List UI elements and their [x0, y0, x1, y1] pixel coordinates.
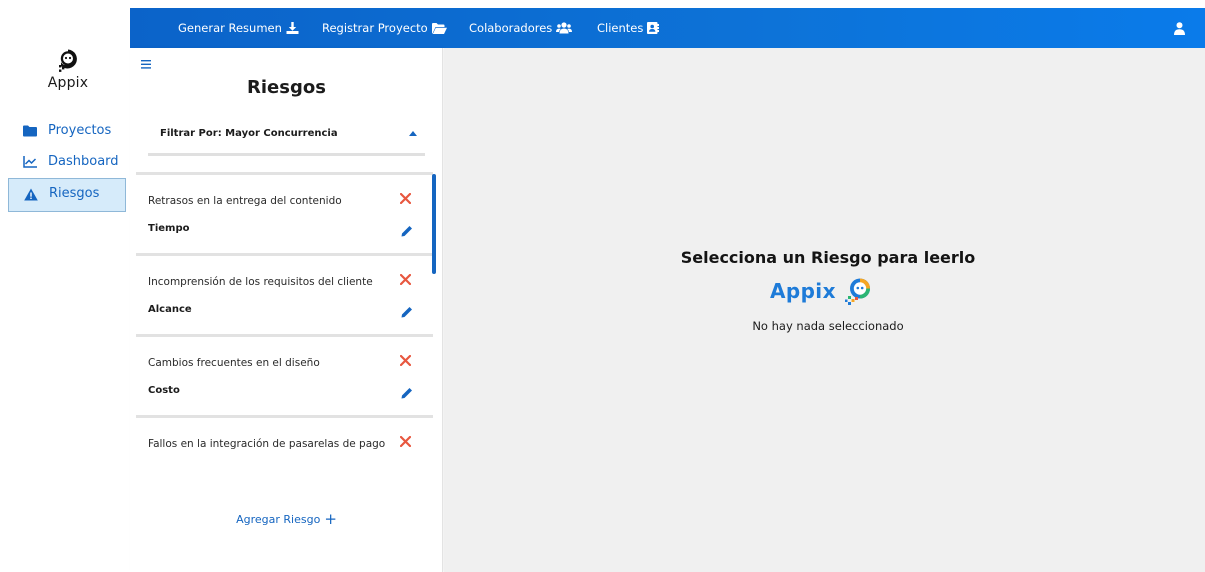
list-item[interactable]: Incomprensión de los requisitos del clie… — [136, 253, 433, 334]
appix-color-logo-icon — [844, 278, 870, 305]
warning-icon — [23, 186, 39, 202]
sidebar-item-label: Dashboard — [48, 154, 119, 169]
close-icon — [399, 432, 412, 451]
colaboradores-link[interactable]: Colaboradores — [469, 21, 573, 35]
brand-wordmark: Appix — [770, 279, 836, 303]
list-item[interactable]: Retrasos en la entrega del contenido Tie… — [136, 172, 433, 253]
folder-open-icon — [431, 22, 447, 34]
risk-name: Retrasos en la entrega del contenido — [148, 195, 342, 207]
delete-risk-button[interactable] — [399, 189, 412, 208]
risk-detail-area: Selecciona un Riesgo para leerlo Appix N… — [444, 48, 1205, 572]
clientes-link[interactable]: Clientes — [597, 21, 660, 35]
risk-name: Incomprensión de los requisitos del clie… — [148, 276, 373, 288]
risk-category: Costo — [148, 385, 180, 396]
top-link-label: Generar Resumen — [178, 21, 282, 35]
close-icon — [399, 351, 412, 370]
risk-list: Retrasos en la entrega del contenido Tie… — [136, 172, 433, 472]
page-title: Riesgos — [247, 77, 326, 98]
add-risk-label: Agregar Riesgo — [236, 513, 321, 526]
user-menu-button[interactable] — [1174, 20, 1185, 39]
sidebar-nav: Proyectos Dashboard Riesgos — [8, 115, 126, 212]
scrollbar-thumb[interactable] — [432, 174, 436, 274]
sidebar-item-label: Proyectos — [48, 123, 112, 138]
chart-line-icon — [22, 154, 38, 170]
users-icon — [556, 22, 573, 34]
edit-risk-button[interactable] — [401, 384, 413, 403]
menu-toggle-button[interactable] — [141, 59, 151, 72]
edit-risk-button[interactable] — [401, 303, 413, 322]
logo-text: Appix — [47, 75, 89, 91]
risk-list-panel: Riesgos Filtrar Por: Mayor Concurrencia … — [130, 48, 443, 572]
user-icon — [1174, 20, 1185, 39]
empty-state-subtitle: No hay nada seleccionado — [752, 319, 904, 333]
pencil-icon — [401, 222, 413, 241]
empty-state-title: Selecciona un Riesgo para leerlo — [680, 248, 976, 267]
sidebar-item-label: Riesgos — [49, 186, 100, 201]
appix-logo-icon — [59, 49, 77, 72]
top-link-label: Colaboradores — [469, 21, 553, 35]
empty-state-brand: Appix — [770, 276, 874, 306]
pencil-icon — [401, 303, 413, 322]
delete-risk-button[interactable] — [399, 432, 412, 451]
generar-resumen-link[interactable]: Generar Resumen — [178, 21, 299, 35]
hamburger-icon — [141, 58, 151, 73]
pencil-icon — [401, 384, 413, 403]
plus-icon: + — [324, 510, 337, 528]
sidebar-item-proyectos[interactable]: Proyectos — [8, 115, 126, 146]
download-icon — [286, 22, 299, 34]
filter-dropdown[interactable]: Filtrar Por: Mayor Concurrencia — [148, 120, 425, 156]
caret-up-icon — [409, 131, 417, 136]
close-icon — [399, 189, 412, 208]
risk-category: Alcance — [148, 304, 192, 315]
edit-risk-button[interactable] — [401, 222, 413, 241]
close-icon — [399, 270, 412, 289]
top-link-label: Registrar Proyecto — [322, 21, 428, 35]
folder-icon — [22, 123, 38, 139]
registrar-proyecto-link[interactable]: Registrar Proyecto — [322, 21, 447, 35]
app-logo[interactable]: Appix — [38, 48, 98, 91]
top-navbar: Generar Resumen Registrar Proyecto Colab… — [130, 8, 1205, 48]
risk-name: Fallos en la integración de pasarelas de… — [148, 438, 386, 450]
filter-label: Filtrar Por: Mayor Concurrencia — [160, 128, 338, 139]
sidebar-item-dashboard[interactable]: Dashboard — [8, 146, 126, 177]
delete-risk-button[interactable] — [399, 351, 412, 370]
sidebar-item-riesgos[interactable]: Riesgos — [8, 178, 126, 212]
add-risk-button[interactable]: Agregar Riesgo + — [130, 510, 443, 528]
app-sidebar: Appix Proyectos Dashboard Riesgos — [0, 0, 130, 572]
risk-category: Tiempo — [148, 223, 190, 234]
list-item[interactable]: Cambios frecuentes en el diseño Costo — [136, 334, 433, 415]
list-item[interactable]: Fallos en la integración de pasarelas de… — [136, 415, 433, 472]
delete-risk-button[interactable] — [399, 270, 412, 289]
top-link-label: Clientes — [597, 21, 644, 35]
address-book-icon — [647, 22, 660, 34]
risk-name: Cambios frecuentes en el diseño — [148, 357, 320, 369]
